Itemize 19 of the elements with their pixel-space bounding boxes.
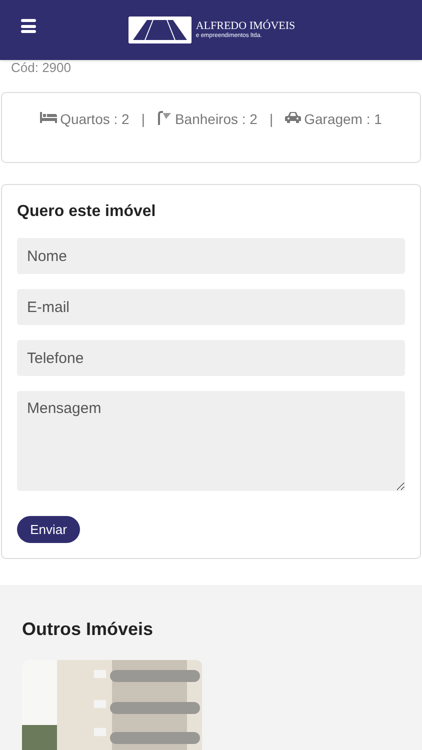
feature-label: Quartos : 2 xyxy=(60,110,130,129)
shower-icon xyxy=(156,111,172,125)
submit-button[interactable]: Enviar xyxy=(17,516,80,543)
brand-name: ALFREDO IMÓVEIS xyxy=(196,21,296,32)
menu-icon[interactable] xyxy=(21,19,36,33)
input-field[interactable]: Telefone xyxy=(17,340,405,376)
message-field[interactable]: Mensagem xyxy=(17,391,405,491)
section-title: Outros Imóveis xyxy=(22,618,154,640)
car-icon xyxy=(285,111,302,124)
input-field[interactable]: Nome xyxy=(17,238,405,274)
separator: | xyxy=(140,110,146,129)
separator: | xyxy=(268,110,274,129)
feature-label: Banheiros : 2 xyxy=(174,110,258,129)
bed-icon xyxy=(40,112,58,123)
form-title: Quero este imóvel xyxy=(17,202,157,222)
input-field[interactable]: E-mail xyxy=(17,289,405,325)
logo-icon xyxy=(126,15,193,45)
property-code: Cód: 2900 xyxy=(10,61,72,75)
feature-label: Garagem : 1 xyxy=(304,110,382,129)
